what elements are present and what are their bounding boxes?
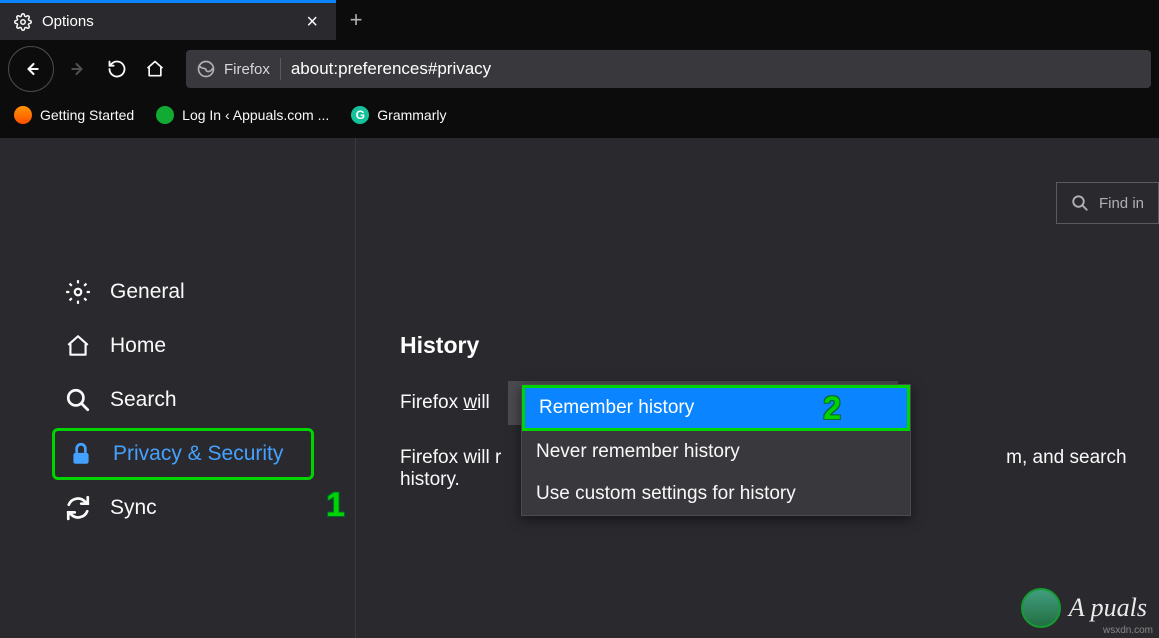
sidebar-item-home[interactable]: Home [52, 320, 314, 372]
bookmark-grammarly[interactable]: G Grammarly [351, 106, 446, 124]
urlbar-separator [280, 58, 281, 80]
history-heading: History [400, 332, 1159, 359]
find-in-options[interactable]: Find in [1056, 182, 1159, 224]
urlbar-text: about:preferences#privacy [291, 59, 491, 79]
firefox-icon [196, 59, 216, 79]
lock-icon [67, 440, 95, 468]
sidebar-item-label: Sync [110, 496, 157, 520]
watermark-text: A puals [1069, 593, 1147, 623]
sidebar-item-label: General [110, 280, 185, 304]
sync-icon [64, 494, 92, 522]
annotation-1: 1 [326, 486, 345, 525]
reload-button[interactable] [98, 50, 136, 88]
tab-title: Options [42, 13, 302, 30]
new-tab-button[interactable]: + [336, 0, 376, 40]
forward-button [60, 50, 98, 88]
back-button[interactable] [8, 46, 54, 92]
home-icon [64, 332, 92, 360]
appuals-favicon-icon [156, 106, 174, 124]
gear-icon [64, 278, 92, 306]
bookmark-appuals[interactable]: Log In ‹ Appuals.com ... [156, 106, 329, 124]
search-icon [1071, 194, 1089, 212]
history-option-never[interactable]: Never remember history [522, 431, 910, 473]
sidebar-item-general[interactable]: General [52, 266, 314, 318]
option-label: Use custom settings for history [536, 483, 796, 505]
history-option-remember[interactable]: Remember history 2 [522, 385, 910, 431]
urlbar-brand: Firefox [224, 61, 270, 78]
bookmark-label: Log In ‹ Appuals.com ... [182, 107, 329, 123]
preferences-page: General Home Search Privacy & Security S… [0, 138, 1159, 638]
sidebar-item-label: Search [110, 388, 177, 412]
history-mode-dropdown: Remember history 2 Never remember histor… [521, 384, 911, 516]
close-icon[interactable]: × [302, 12, 322, 32]
firefox-favicon-icon [14, 106, 32, 124]
find-placeholder: Find in [1099, 195, 1144, 212]
sidebar-item-sync[interactable]: Sync [52, 482, 314, 534]
sidebar-item-label: Home [110, 334, 166, 358]
bookmark-label: Grammarly [377, 107, 446, 123]
history-option-custom[interactable]: Use custom settings for history [522, 473, 910, 515]
watermark-mascot-icon [1021, 588, 1061, 628]
sidebar-item-search[interactable]: Search [52, 374, 314, 426]
tab-options[interactable]: Options × [0, 0, 336, 40]
preferences-sidebar: General Home Search Privacy & Security S… [0, 138, 356, 638]
option-label: Remember history [539, 397, 694, 419]
grammarly-favicon-icon: G [351, 106, 369, 124]
sidebar-item-privacy[interactable]: Privacy & Security [52, 428, 314, 480]
option-label: Never remember history [536, 441, 740, 463]
gear-icon [14, 13, 32, 31]
annotation-2: 2 [823, 390, 841, 427]
appuals-watermark: A puals [1021, 588, 1147, 628]
search-icon [64, 386, 92, 414]
nav-toolbar: Firefox about:preferences#privacy [0, 40, 1159, 98]
bookmarks-bar: Getting Started Log In ‹ Appuals.com ...… [0, 98, 1159, 132]
bookmark-label: Getting Started [40, 107, 134, 123]
bookmark-getting-started[interactable]: Getting Started [14, 106, 134, 124]
preferences-main: Find in History Firefox will Remember hi… [356, 138, 1159, 638]
sidebar-item-label: Privacy & Security [113, 442, 283, 466]
tiny-watermark: wsxdn.com [1103, 625, 1153, 636]
firefox-will-label: Firefox will [400, 392, 490, 414]
url-bar[interactable]: Firefox about:preferences#privacy [186, 50, 1151, 88]
home-button[interactable] [136, 50, 174, 88]
tab-strip: Options × + [0, 0, 1159, 40]
